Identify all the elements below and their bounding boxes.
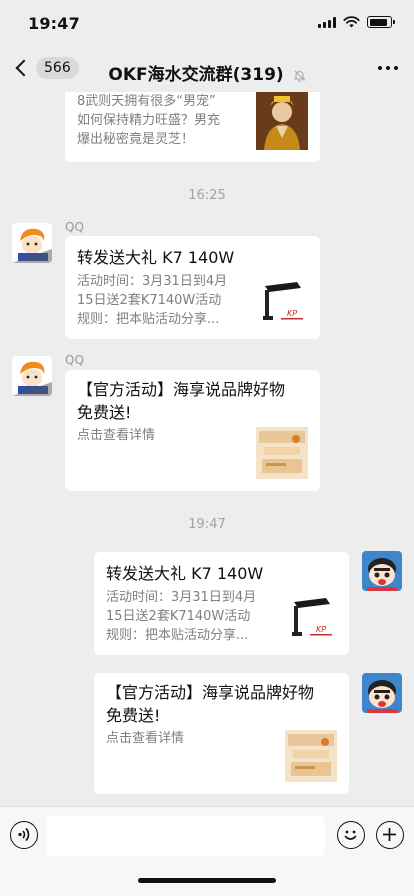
card-title-line: 免费送! xyxy=(106,706,161,725)
card-desc: 点击查看详情 xyxy=(77,428,156,443)
article-thumbnail-image xyxy=(256,92,308,150)
status-time: 19:47 xyxy=(28,14,80,33)
sender-name: QQ xyxy=(65,353,84,367)
card-desc-line: 8武则天拥有很多“男宠” xyxy=(77,94,216,109)
battery-icon xyxy=(367,16,395,28)
wifi-icon xyxy=(343,16,360,28)
card-desc-line: 活动时间：3月31日到4月 xyxy=(77,274,228,289)
message-card[interactable]: 转发送大礼 K7 140W 活动时间：3月31日到4月 15日送2套K7140W… xyxy=(94,552,349,655)
avatar[interactable] xyxy=(362,551,402,591)
article-thumbnail-image xyxy=(285,730,337,782)
chat-title: OKF海水交流群(319) xyxy=(108,65,284,85)
message-input[interactable] xyxy=(47,816,325,856)
card-desc-line: 15日送2套K7140W活动 xyxy=(77,293,222,308)
message-card[interactable]: 【官方活动】海享说品牌好物 免费送! 点击查看详情 xyxy=(65,370,320,491)
chat-title-wrapper: OKF海水交流群(319) xyxy=(0,60,414,85)
sender-name: QQ xyxy=(65,220,84,234)
emoji-button[interactable] xyxy=(337,821,365,849)
voice-icon xyxy=(18,827,30,842)
card-title: 转发送大礼 K7 140W xyxy=(77,248,235,267)
home-indicator xyxy=(138,878,276,883)
avatar[interactable] xyxy=(12,356,52,396)
avatar[interactable] xyxy=(362,673,402,713)
card-desc-line: 爆出秘密竟是灵芝！ xyxy=(77,132,195,147)
message-card[interactable]: 转发送大礼 K7 140W 活动时间：3月31日到4月 15日送2套K7140W… xyxy=(65,236,320,339)
battery-level xyxy=(369,18,387,26)
message-card[interactable]: 【官方活动】海享说品牌好物 免费送! 点击查看详情 xyxy=(94,673,349,794)
card-desc-line: 规则：把本贴活动分享... xyxy=(77,312,220,327)
voice-button[interactable] xyxy=(10,821,38,849)
card-title: 转发送大礼 K7 140W xyxy=(106,564,264,583)
svg-text:KP: KP xyxy=(316,625,326,634)
timestamp: 16:25 xyxy=(188,188,226,203)
more-button[interactable] xyxy=(378,66,398,70)
more-icon xyxy=(378,66,382,70)
card-desc-line: 规则：把本贴活动分享... xyxy=(106,628,249,643)
bell-slash-icon xyxy=(293,70,305,82)
card-desc-line: 如何保持精力旺盛？男充 xyxy=(77,113,221,128)
product-thumbnail-image: KP xyxy=(257,276,309,328)
avatar[interactable] xyxy=(12,223,52,263)
product-thumbnail-image: KP xyxy=(286,592,338,644)
card-title-line: 免费送! xyxy=(77,403,132,422)
card-title-line: 【官方活动】海享说品牌好物 xyxy=(77,380,286,399)
chat-messages[interactable]: 8武则天拥有很多“男宠” 如何保持精力旺盛？男充 爆出秘密竟是灵芝！ 16:25… xyxy=(0,92,414,806)
svg-text:KP: KP xyxy=(287,309,297,318)
card-desc-line: 15日送2套K7140W活动 xyxy=(106,609,251,624)
article-thumbnail-image xyxy=(256,427,308,479)
nav-bar: 566 OKF海水交流群(319) xyxy=(0,48,414,92)
signal-icon xyxy=(318,16,336,28)
status-icons xyxy=(318,16,395,28)
emoji-icon xyxy=(344,830,357,840)
timestamp: 19:47 xyxy=(188,517,226,532)
card-desc-line: 活动时间：3月31日到4月 xyxy=(106,590,257,605)
message-card-top[interactable]: 8武则天拥有很多“男宠” 如何保持精力旺盛？男充 爆出秘密竟是灵芝！ xyxy=(65,92,320,162)
card-desc: 点击查看详情 xyxy=(106,731,185,746)
status-bar: 19:47 xyxy=(0,0,414,48)
card-title-line: 【官方活动】海享说品牌好物 xyxy=(106,683,315,702)
plus-button[interactable] xyxy=(376,821,404,849)
plus-icon xyxy=(383,828,396,841)
